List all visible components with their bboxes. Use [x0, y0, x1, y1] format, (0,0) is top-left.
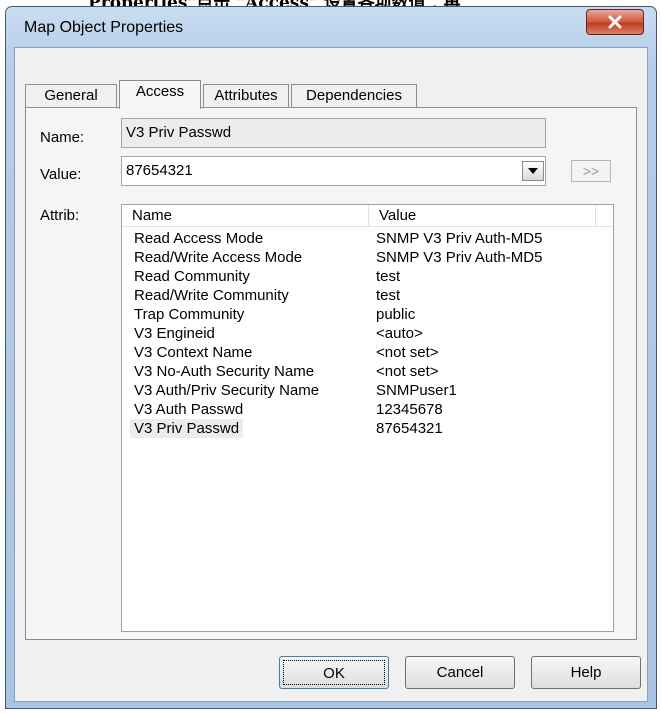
- attrib-list-header: Name Value: [122, 205, 613, 227]
- table-row[interactable]: Read/Write Community test: [122, 286, 613, 305]
- row-value-cell: SNMPuser1: [376, 382, 457, 399]
- name-label: Name:: [40, 129, 85, 146]
- row-value-cell: <not set>: [376, 344, 439, 361]
- column-divider[interactable]: [595, 205, 596, 227]
- ok-button[interactable]: OK: [279, 656, 389, 689]
- map-object-properties-dialog: Map Object Properties General Access Att…: [5, 6, 657, 709]
- row-name-cell: V3 Auth Passwd: [134, 401, 244, 418]
- title-bar[interactable]: Map Object Properties: [6, 7, 656, 47]
- cancel-button[interactable]: Cancel: [405, 656, 515, 689]
- row-value-cell: SNMP V3 Priv Auth-MD5: [376, 230, 543, 247]
- attrib-label: Attrib:: [40, 207, 80, 224]
- tab-dependencies[interactable]: Dependencies: [291, 84, 417, 108]
- help-button[interactable]: Help: [531, 656, 641, 689]
- table-row[interactable]: V3 No-Auth Security Name <not set>: [122, 362, 613, 381]
- row-name-cell: V3 Auth/Priv Security Name: [134, 382, 320, 399]
- row-value-cell: 87654321: [376, 420, 443, 437]
- column-header-value[interactable]: Value: [369, 205, 595, 227]
- row-value-cell: <not set>: [376, 363, 439, 380]
- row-value-cell: SNMP V3 Priv Auth-MD5: [376, 249, 543, 266]
- close-x-icon: [608, 15, 622, 29]
- value-input[interactable]: 87654321: [121, 156, 546, 186]
- row-value-cell: <auto>: [376, 325, 423, 342]
- access-tab-panel: Name: V3 Priv Passwd Value: 87654321 >> …: [25, 107, 637, 640]
- ok-button-label: OK: [283, 660, 385, 685]
- row-value-cell: 12345678: [376, 401, 443, 418]
- window-title: Map Object Properties: [24, 19, 184, 36]
- table-row[interactable]: Read/Write Access Mode SNMP V3 Priv Auth…: [122, 248, 613, 267]
- tab-strip: General Access Attributes Dependencies: [15, 48, 647, 109]
- table-row[interactable]: V3 Auth/Priv Security Name SNMPuser1: [122, 381, 613, 400]
- row-name-cell: Read/Write Access Mode: [134, 249, 303, 266]
- row-name-cell: V3 Context Name: [134, 344, 253, 361]
- value-label: Value:: [40, 166, 82, 183]
- row-value-cell: test: [376, 268, 401, 285]
- dialog-client-area: General Access Attributes Dependencies N…: [14, 47, 648, 702]
- row-value-cell: public: [376, 306, 416, 323]
- attrib-list[interactable]: Name Value Read Access Mode SNMP V3 Priv…: [121, 204, 614, 632]
- close-button[interactable]: [586, 9, 644, 35]
- tab-access[interactable]: Access: [119, 80, 201, 109]
- more-button[interactable]: >>: [571, 160, 611, 182]
- row-name-cell: Trap Community: [134, 306, 245, 323]
- table-row[interactable]: Trap Community public: [122, 305, 613, 324]
- row-value-cell: test: [376, 287, 401, 304]
- row-name-cell: Read Community: [134, 268, 250, 285]
- table-row[interactable]: Read Access Mode SNMP V3 Priv Auth-MD5: [122, 229, 613, 248]
- row-name-cell: V3 No-Auth Security Name: [134, 363, 315, 380]
- table-row[interactable]: Read Community test: [122, 267, 613, 286]
- table-row[interactable]: V3 Auth Passwd 12345678: [122, 400, 613, 419]
- table-row[interactable]: V3 Context Name <not set>: [122, 343, 613, 362]
- tab-attributes[interactable]: Attributes: [203, 84, 289, 108]
- tab-general[interactable]: General: [25, 84, 117, 108]
- column-header-name[interactable]: Name: [122, 205, 368, 227]
- row-name-cell: V3 Engineid: [134, 325, 215, 342]
- row-name-cell: Read/Write Community: [134, 287, 289, 304]
- name-field: V3 Priv Passwd: [121, 118, 546, 148]
- table-row-selected[interactable]: V3 Priv Passwd 87654321: [122, 419, 613, 438]
- chevron-down-icon: [528, 168, 538, 174]
- table-row[interactable]: V3 Engineid <auto>: [122, 324, 613, 343]
- row-name-cell: V3 Priv Passwd: [130, 419, 244, 438]
- row-name-cell: Read Access Mode: [134, 230, 264, 247]
- value-dropdown-button[interactable]: [522, 161, 544, 181]
